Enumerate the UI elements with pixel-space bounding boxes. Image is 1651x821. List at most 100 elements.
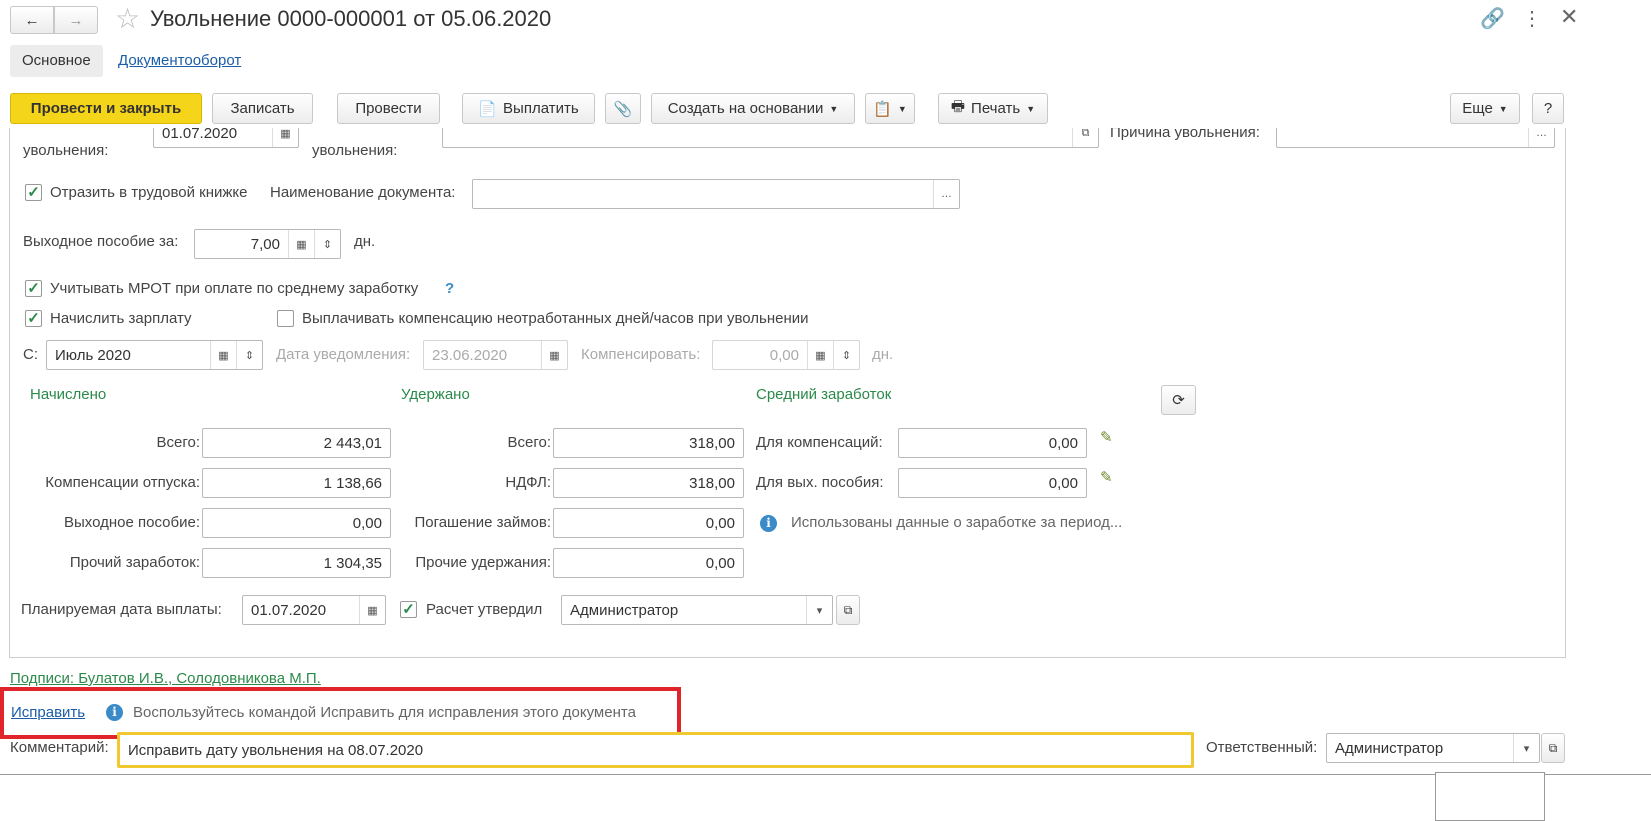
calendar-icon[interactable]: ▦ bbox=[359, 596, 385, 624]
select-icon[interactable]: … bbox=[1528, 128, 1554, 147]
open-button[interactable]: ⧉ bbox=[1541, 733, 1565, 763]
accrued-total-field[interactable]: 2 443,01 bbox=[202, 428, 391, 458]
print-button[interactable]: 🖶 Печать ▼ bbox=[938, 93, 1048, 124]
refresh-icon: ⟳ bbox=[1172, 392, 1185, 409]
accrued-label: Выходное пособие: bbox=[64, 514, 200, 531]
forward-icon: → bbox=[68, 11, 84, 29]
chevron-down-icon: ▼ bbox=[829, 103, 839, 114]
responsible-field[interactable]: Администратор ▾ bbox=[1326, 733, 1540, 763]
calendar-icon[interactable]: ▦ bbox=[272, 128, 298, 147]
other-earnings-field[interactable]: 1 304,35 bbox=[202, 548, 391, 578]
more-button[interactable]: Еще ▼ bbox=[1450, 93, 1520, 124]
pay-button[interactable]: 📄 Выплатить bbox=[462, 93, 595, 124]
spin-icon[interactable]: ⇕ bbox=[833, 341, 859, 369]
calendar-icon[interactable]: ▦ bbox=[210, 341, 236, 369]
calculator-icon[interactable]: ▦ bbox=[807, 341, 833, 369]
info-icon: i bbox=[106, 703, 123, 721]
notice-date-field[interactable]: 23.06.2020 ▦ bbox=[423, 340, 568, 370]
calculator-icon[interactable]: ▦ bbox=[288, 230, 314, 258]
open-icon: ⧉ bbox=[1548, 740, 1558, 755]
mrot-label: Учитывать МРОТ при оплате по среднему за… bbox=[50, 280, 419, 297]
tab-document-flow[interactable]: Документооборот bbox=[118, 52, 241, 69]
doc-name-label: Наименование документа: bbox=[270, 184, 456, 201]
open-button[interactable]: ⧉ bbox=[836, 595, 860, 625]
edit-pencil-icon[interactable]: ✎ bbox=[1100, 468, 1113, 486]
reason-label: Причина увольнения: bbox=[1110, 128, 1260, 141]
avg-severance-field[interactable]: 0,00 bbox=[898, 468, 1087, 498]
workbook-checkbox[interactable]: ✓ bbox=[25, 184, 42, 201]
compensation-checkbox[interactable] bbox=[277, 310, 294, 327]
form-panel: увольнения: 01.07.2020 ▦ увольнения: ⧉ Пр… bbox=[9, 128, 1566, 658]
payment-date-field[interactable]: 01.07.2020 ▦ bbox=[242, 595, 386, 625]
average-title: Средний заработок bbox=[756, 386, 892, 403]
open-icon[interactable]: ⧉ bbox=[1072, 128, 1098, 147]
ndfl-field[interactable]: 318,00 bbox=[553, 468, 744, 498]
compensation-label: Выплачивать компенсацию неотработанных д… bbox=[302, 310, 809, 327]
signatures-link[interactable]: Подписи: Булатов И.В., Солодовникова М.П… bbox=[10, 670, 321, 687]
post-button[interactable]: Провести bbox=[337, 93, 440, 124]
compensate-field[interactable]: 0,00 ▦ ⇕ bbox=[712, 340, 860, 370]
refresh-button[interactable]: ⟳ bbox=[1161, 385, 1196, 415]
avg-compensation-field[interactable]: 0,00 bbox=[898, 428, 1087, 458]
select-icon[interactable]: … bbox=[933, 180, 959, 208]
link-icon[interactable]: 🔗 bbox=[1480, 6, 1505, 31]
post-and-close-button[interactable]: Провести и закрыть bbox=[10, 93, 202, 124]
workbook-label: Отразить в трудовой книжке bbox=[50, 184, 248, 201]
spin-icon[interactable]: ⇕ bbox=[314, 230, 340, 258]
withheld-label: Всего: bbox=[507, 434, 552, 451]
attach-button[interactable]: 📎 bbox=[605, 93, 641, 124]
loan-repayment-field[interactable]: 0,00 bbox=[553, 508, 744, 538]
compensate-label: Компенсировать: bbox=[581, 346, 701, 363]
reason-field[interactable]: … bbox=[1276, 128, 1555, 148]
fix-link[interactable]: Исправить bbox=[11, 704, 85, 721]
accrued-label: Прочий заработок: bbox=[69, 554, 200, 571]
doc-name-field[interactable]: … bbox=[472, 179, 960, 209]
open-icon: ⧉ bbox=[843, 602, 853, 617]
salary-checkbox[interactable]: ✓ bbox=[25, 310, 42, 327]
article-field[interactable]: ⧉ bbox=[442, 128, 1099, 148]
dismissal-date-field[interactable]: 01.07.2020 ▦ bbox=[153, 128, 299, 148]
other-deductions-field[interactable]: 0,00 bbox=[553, 548, 744, 578]
withheld-total-field[interactable]: 318,00 bbox=[553, 428, 744, 458]
period-field[interactable]: Июль 2020 ▦ ⇕ bbox=[46, 340, 263, 370]
accrued-label: Компенсации отпуска: bbox=[45, 474, 200, 491]
calendar-icon[interactable]: ▦ bbox=[541, 341, 567, 369]
pay-icon: 📄 bbox=[478, 100, 498, 118]
create-based-button[interactable]: Создать на основании ▼ bbox=[651, 93, 855, 124]
mrot-checkbox[interactable]: ✓ bbox=[25, 280, 42, 297]
approved-checkbox[interactable]: ✓ bbox=[400, 601, 417, 618]
average-period-info[interactable]: Использованы данные о заработке за перио… bbox=[791, 514, 1122, 531]
forward-button[interactable]: → bbox=[54, 6, 98, 34]
page-title: Увольнение 0000-000001 от 05.06.2020 bbox=[150, 6, 552, 31]
notice-date-label: Дата уведомления: bbox=[276, 346, 411, 363]
tab-main[interactable]: Основное bbox=[10, 45, 103, 77]
severance-unit: дн. bbox=[354, 233, 376, 250]
vacation-comp-field[interactable]: 1 138,66 bbox=[202, 468, 391, 498]
withheld-label: Прочие удержания: bbox=[415, 554, 551, 571]
documents-button[interactable]: 📋 ▼ bbox=[865, 93, 915, 124]
save-button[interactable]: Записать bbox=[212, 93, 313, 124]
back-button[interactable]: ← bbox=[10, 6, 54, 34]
edit-pencil-icon[interactable]: ✎ bbox=[1100, 428, 1113, 446]
withheld-label: НДФЛ: bbox=[505, 474, 551, 491]
chevron-down-icon: ▼ bbox=[897, 103, 907, 114]
help-icon[interactable]: ? bbox=[445, 280, 454, 297]
approver-field[interactable]: Администратор ▾ bbox=[561, 595, 833, 625]
more-menu-icon[interactable]: ⋮ bbox=[1522, 6, 1542, 31]
average-label: Для компенсаций: bbox=[756, 434, 883, 451]
star-icon[interactable]: ☆ bbox=[115, 2, 140, 35]
severance-pay-field[interactable]: 0,00 bbox=[202, 508, 391, 538]
comment-input[interactable]: Исправить дату увольнения на 08.07.2020 bbox=[117, 732, 1194, 768]
chevron-down-icon[interactable]: ▾ bbox=[806, 596, 832, 624]
severance-label: Выходное пособие за: bbox=[23, 233, 179, 250]
close-icon[interactable]: ✕ bbox=[1560, 4, 1578, 30]
spin-icon[interactable]: ⇕ bbox=[236, 341, 262, 369]
help-button[interactable]: ? bbox=[1532, 93, 1564, 124]
tooltip bbox=[1435, 772, 1545, 821]
printer-icon: 🖶 bbox=[950, 98, 966, 115]
chevron-down-icon: ▼ bbox=[1498, 103, 1508, 114]
responsible-label: Ответственный: bbox=[1206, 739, 1318, 756]
severance-days-field[interactable]: 7,00 ▦ ⇕ bbox=[194, 229, 341, 259]
chevron-down-icon[interactable]: ▾ bbox=[1513, 734, 1539, 762]
paperclip-icon: 📎 bbox=[613, 100, 633, 118]
